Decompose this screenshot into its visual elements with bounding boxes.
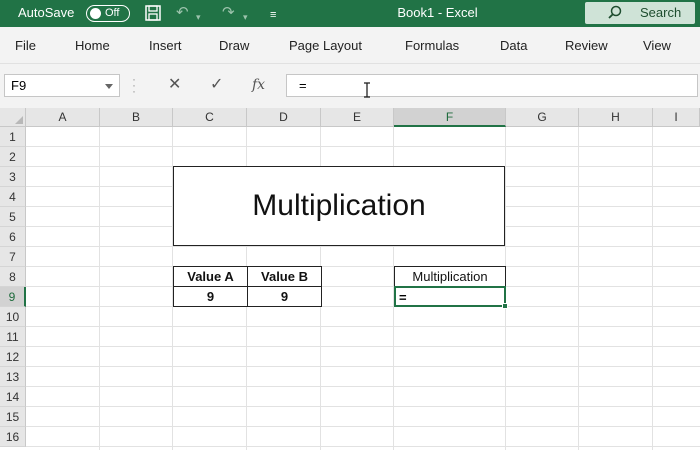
gridline xyxy=(26,306,700,307)
gridline xyxy=(26,286,700,287)
row-header-7[interactable]: 7 xyxy=(0,247,26,267)
drag-handle-icon[interactable]: · · · xyxy=(132,73,136,97)
row-header-16[interactable]: 16 xyxy=(0,427,26,447)
gridline xyxy=(578,127,579,450)
name-box[interactable]: F9 xyxy=(4,74,120,97)
row-header-13[interactable]: 13 xyxy=(0,367,26,387)
row-header-2[interactable]: 2 xyxy=(0,147,26,167)
column-header-f[interactable]: F xyxy=(394,108,506,127)
gridline xyxy=(99,127,100,450)
tab-insert[interactable]: Insert xyxy=(149,38,182,53)
cell-value-b-header[interactable]: Value B xyxy=(247,266,322,287)
row-header-8[interactable]: 8 xyxy=(0,267,26,287)
worksheet-grid[interactable]: A B C D E F G H I 1 2 3 4 5 6 7 8 9 10 1… xyxy=(0,108,700,450)
title-bar: AutoSave Off ↶ ▾ ↷ ▾ ≡ Book1 - Excel Sea… xyxy=(0,0,700,27)
tab-home[interactable]: Home xyxy=(75,38,110,53)
merged-title-cell[interactable]: Multiplication xyxy=(173,166,505,246)
tab-draw[interactable]: Draw xyxy=(219,38,249,53)
select-all-button[interactable] xyxy=(0,108,26,127)
gridline xyxy=(26,266,700,267)
column-header-b[interactable]: B xyxy=(100,108,173,127)
chevron-down-icon[interactable] xyxy=(105,84,113,89)
cell-multiplication-header[interactable]: Multiplication xyxy=(394,266,506,287)
tab-data[interactable]: Data xyxy=(500,38,527,53)
enter-icon[interactable]: ✓ xyxy=(210,77,223,93)
formula-value: = xyxy=(299,78,307,93)
row-header-11[interactable]: 11 xyxy=(0,327,26,347)
row-header-14[interactable]: 14 xyxy=(0,387,26,407)
fill-handle[interactable] xyxy=(502,303,508,309)
gridline xyxy=(26,426,700,427)
active-cell-value: = xyxy=(399,290,407,305)
name-box-value: F9 xyxy=(11,78,27,93)
column-header-a[interactable]: A xyxy=(26,108,100,127)
gridline xyxy=(26,146,700,147)
search-box[interactable]: Search xyxy=(585,2,695,24)
cell-value-b[interactable]: 9 xyxy=(247,286,322,307)
row-header-1[interactable]: 1 xyxy=(0,127,26,147)
gridline xyxy=(26,346,700,347)
active-cell-f9[interactable]: = xyxy=(394,286,506,307)
ribbon-tabs: File Home Insert Draw Page Layout Formul… xyxy=(0,27,700,64)
row-header-15[interactable]: 15 xyxy=(0,407,26,427)
row-header-4[interactable]: 4 xyxy=(0,187,26,207)
column-header-g[interactable]: G xyxy=(506,108,579,127)
column-header-d[interactable]: D xyxy=(247,108,321,127)
tab-view[interactable]: View xyxy=(643,38,671,53)
cell-value-a[interactable]: 9 xyxy=(173,286,248,307)
gridline xyxy=(26,326,700,327)
formula-input[interactable]: = xyxy=(286,74,698,97)
text-cursor-icon xyxy=(364,82,370,98)
tab-review[interactable]: Review xyxy=(565,38,608,53)
row-header-9[interactable]: 9 xyxy=(0,287,26,307)
row-header-5[interactable]: 5 xyxy=(0,207,26,227)
tab-file[interactable]: File xyxy=(15,38,36,53)
tab-formulas[interactable]: Formulas xyxy=(405,38,459,53)
column-header-e[interactable]: E xyxy=(321,108,394,127)
search-label: Search xyxy=(640,5,682,20)
cancel-icon[interactable]: ✕ xyxy=(168,77,181,93)
gridline xyxy=(26,366,700,367)
row-header-6[interactable]: 6 xyxy=(0,227,26,247)
formula-bar: F9 · · · ✕ ✓ fx = xyxy=(0,64,700,108)
insert-function-icon[interactable]: fx xyxy=(252,77,265,93)
cell-value-a-header[interactable]: Value A xyxy=(173,266,248,287)
gridline xyxy=(26,246,700,247)
column-header-c[interactable]: C xyxy=(173,108,247,127)
column-header-h[interactable]: H xyxy=(579,108,653,127)
tab-page-layout[interactable]: Page Layout xyxy=(289,38,362,53)
search-icon xyxy=(608,5,622,19)
gridline xyxy=(652,127,653,450)
row-header-10[interactable]: 10 xyxy=(0,307,26,327)
gridline xyxy=(26,446,700,447)
row-header-12[interactable]: 12 xyxy=(0,347,26,367)
gridline xyxy=(26,386,700,387)
row-header-3[interactable]: 3 xyxy=(0,167,26,187)
gridline xyxy=(26,406,700,407)
column-header-i[interactable]: I xyxy=(653,108,700,127)
